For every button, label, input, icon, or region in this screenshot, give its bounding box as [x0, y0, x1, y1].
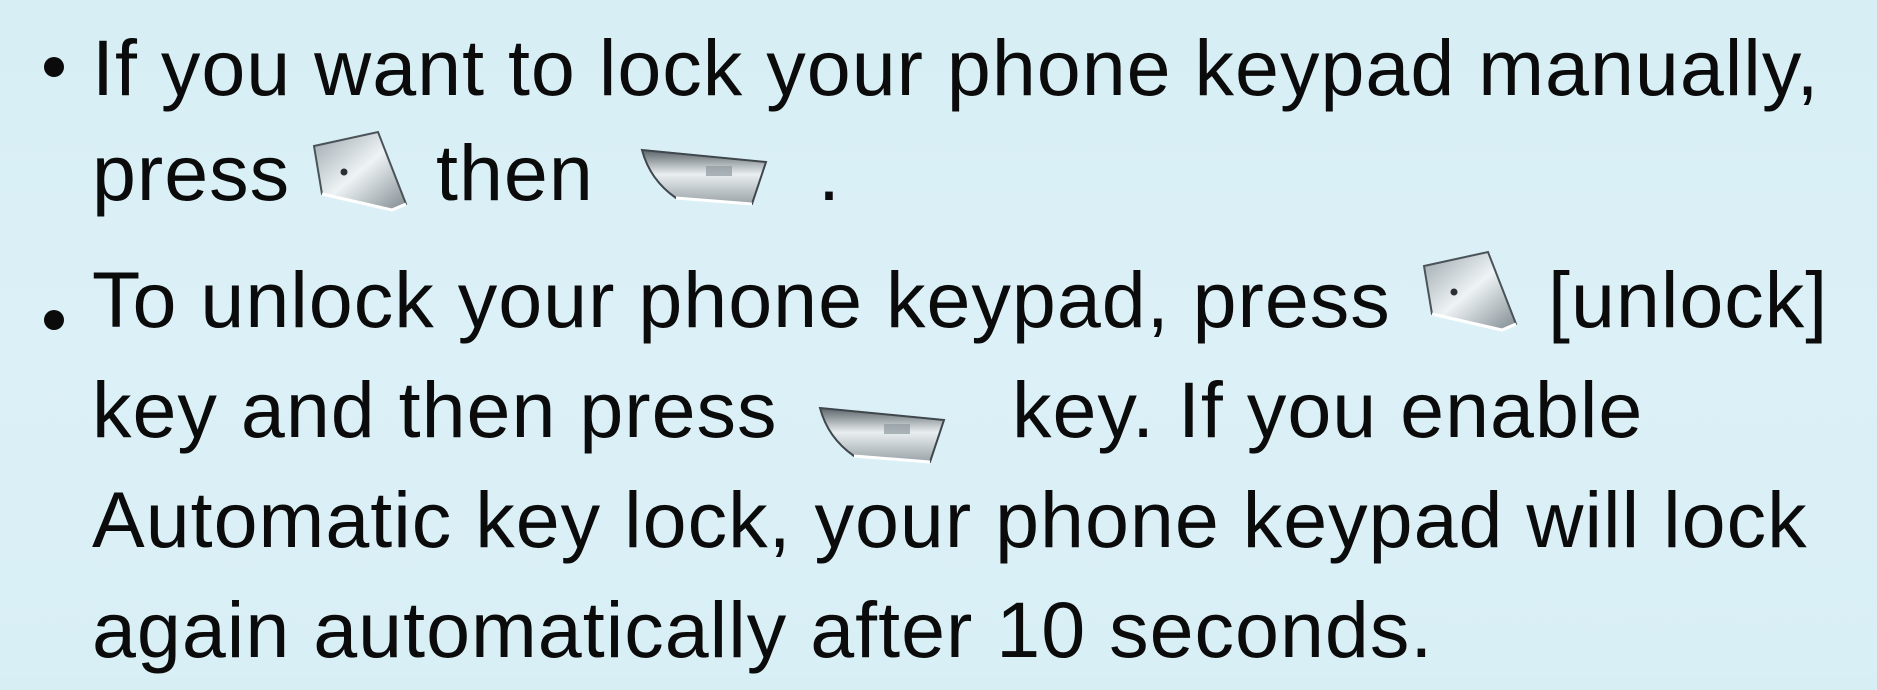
left-soft-key-icon — [818, 406, 946, 464]
bullet-2-line-4: again automatically after 10 seconds. — [92, 585, 1434, 674]
bullet-2-line-2-text: key and then press — [92, 365, 778, 454]
bullet-1-then-text: then — [436, 128, 594, 217]
left-soft-key-icon — [640, 148, 768, 206]
bullet-2-unlock-label: [unlock] — [1548, 255, 1829, 344]
bullet-2-line-1-text: To unlock your phone keypad, press — [92, 255, 1391, 344]
bullet-2-line-2-tail: key. If you enable — [1012, 365, 1644, 454]
bullet-2-line-3: Automatic key lock, your phone keypad wi… — [92, 475, 1808, 564]
end-key-icon — [1422, 250, 1518, 332]
end-key-icon — [312, 130, 408, 212]
bullet-1-period: . — [818, 128, 841, 217]
bullet-1-press-text: press — [92, 128, 291, 217]
manual-page: If you want to lock your phone keypad ma… — [0, 0, 1877, 678]
bullet-1-line-1: If you want to lock your phone keypad ma… — [92, 23, 1820, 112]
bullet-dot — [44, 310, 64, 330]
bullet-dot — [44, 57, 64, 77]
